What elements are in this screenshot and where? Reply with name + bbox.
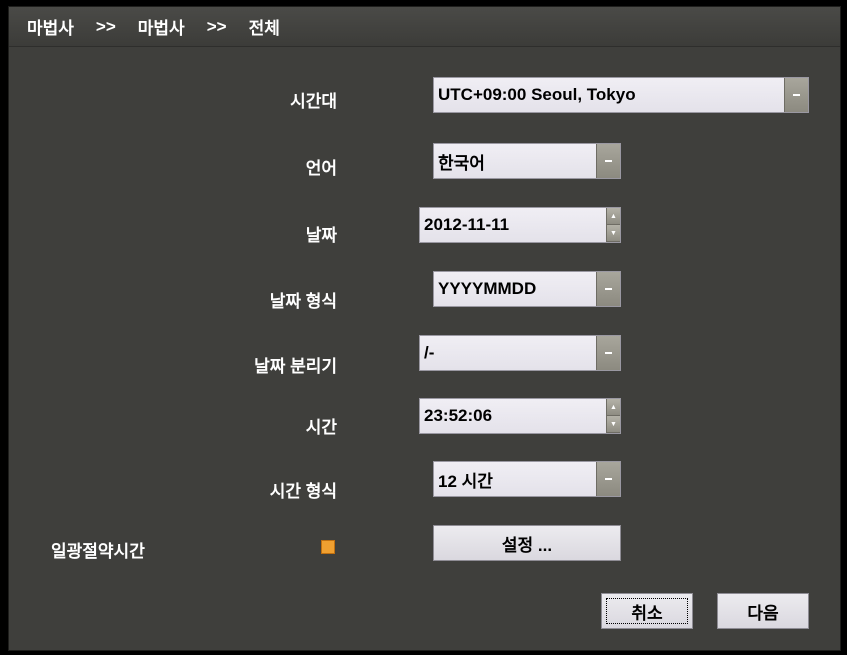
date-format-label: 날짜 형식 bbox=[269, 292, 337, 311]
breadcrumb: 마법사 >> 마법사 >> 전체 bbox=[9, 7, 840, 47]
language-select[interactable]: 한국어 bbox=[433, 143, 621, 179]
chevron-down-icon[interactable] bbox=[596, 336, 620, 370]
spin-up-icon[interactable]: ▲ bbox=[606, 399, 620, 416]
time-format-value: 12 시간 bbox=[438, 471, 493, 491]
date-format-select[interactable]: YYYYMMDD bbox=[433, 271, 621, 307]
time-format-label: 시간 형식 bbox=[269, 482, 337, 501]
cancel-button[interactable]: 취소 bbox=[601, 593, 693, 629]
timezone-value: UTC+09:00 Seoul, Tokyo bbox=[438, 85, 636, 104]
chevron-down-icon[interactable] bbox=[784, 78, 808, 112]
breadcrumb-item[interactable]: 마법사 bbox=[138, 14, 185, 39]
dst-label: 일광절약시간 bbox=[51, 542, 145, 561]
date-separator-value: /- bbox=[424, 343, 435, 362]
spin-down-icon[interactable]: ▼ bbox=[606, 416, 620, 433]
language-value: 한국어 bbox=[438, 153, 485, 173]
time-label: 시간 bbox=[305, 418, 337, 437]
time-value: 23:52:06 bbox=[424, 406, 493, 425]
date-format-value: YYYYMMDD bbox=[438, 279, 537, 298]
language-label: 언어 bbox=[305, 159, 337, 178]
breadcrumb-separator: >> bbox=[206, 16, 227, 36]
time-spinbox[interactable]: 23:52:06 ▲ ▼ bbox=[419, 398, 621, 434]
chevron-down-icon[interactable] bbox=[596, 272, 620, 306]
spin-up-icon[interactable]: ▲ bbox=[606, 208, 620, 225]
dst-settings-button[interactable]: 설정 ... bbox=[433, 525, 621, 561]
date-stepper[interactable]: ▲ ▼ bbox=[606, 208, 620, 242]
wizard-window: 마법사 >> 마법사 >> 전체 시간대 UTC+09:00 Seoul, To… bbox=[8, 6, 841, 651]
spin-down-icon[interactable]: ▼ bbox=[606, 225, 620, 242]
date-spinbox[interactable]: 2012-11-11 ▲ ▼ bbox=[419, 207, 621, 243]
breadcrumb-item[interactable]: 마법사 bbox=[27, 14, 74, 39]
breadcrumb-separator: >> bbox=[95, 16, 116, 36]
time-stepper[interactable]: ▲ ▼ bbox=[606, 399, 620, 433]
timezone-select[interactable]: UTC+09:00 Seoul, Tokyo bbox=[433, 77, 809, 113]
date-value: 2012-11-11 bbox=[424, 215, 510, 234]
next-button[interactable]: 다음 bbox=[717, 593, 809, 629]
chevron-down-icon[interactable] bbox=[596, 462, 620, 496]
dst-checkbox[interactable] bbox=[321, 540, 335, 554]
date-label: 날짜 bbox=[305, 226, 337, 245]
time-format-select[interactable]: 12 시간 bbox=[433, 461, 621, 497]
date-separator-label: 날짜 분리기 bbox=[254, 357, 337, 376]
timezone-label: 시간대 bbox=[290, 92, 337, 111]
date-separator-select[interactable]: /- bbox=[419, 335, 621, 371]
chevron-down-icon[interactable] bbox=[596, 144, 620, 178]
breadcrumb-item-current: 전체 bbox=[248, 19, 280, 38]
